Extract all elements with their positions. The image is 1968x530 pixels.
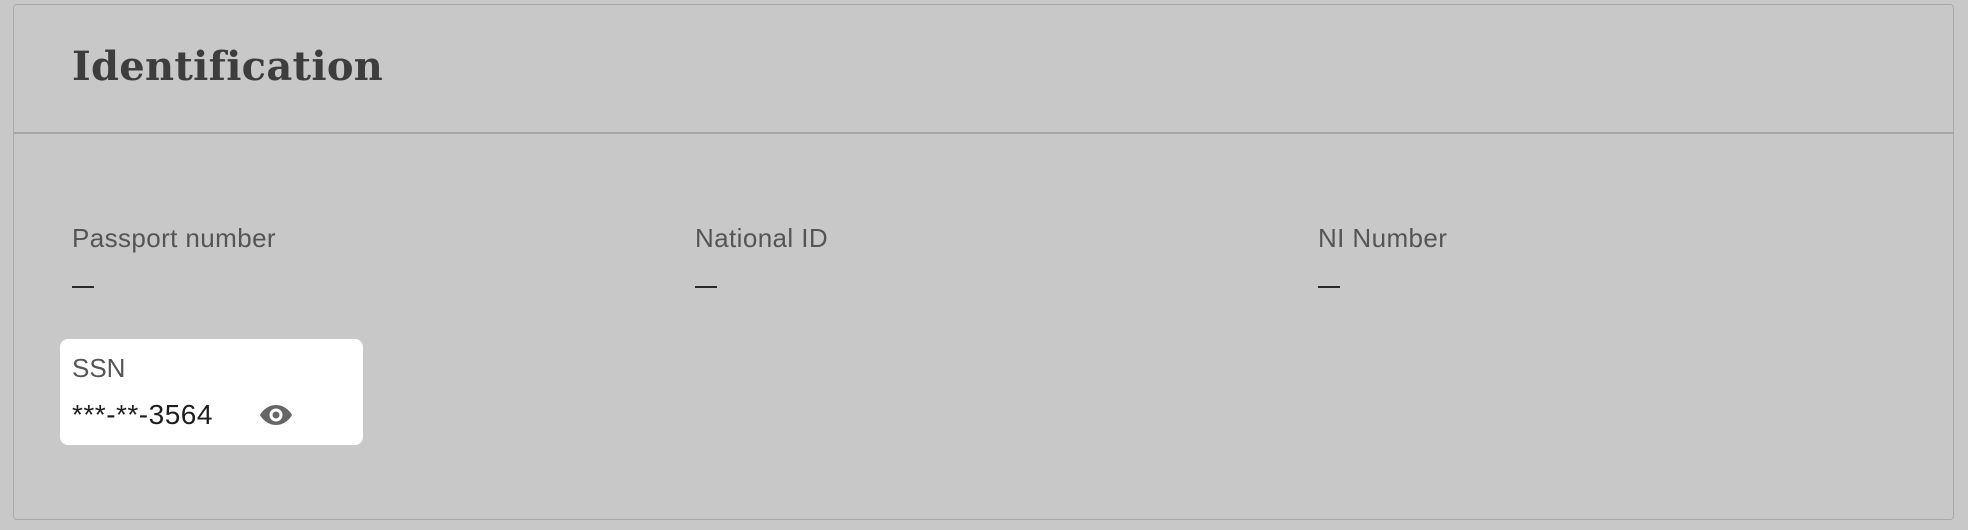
national-id-value: —: [695, 270, 828, 301]
identification-card: Identification Passport number — Nationa…: [13, 4, 1954, 520]
eye-icon: [260, 405, 292, 425]
ni-number-value: —: [1318, 270, 1447, 301]
national-id-field: National ID —: [695, 223, 828, 301]
empty-dash: [72, 286, 94, 289]
reveal-ssn-button[interactable]: [258, 400, 294, 430]
national-id-label: National ID: [695, 223, 829, 253]
passport-value: —: [72, 270, 276, 301]
empty-dash: [695, 286, 717, 289]
passport-label: Passport number: [72, 223, 276, 253]
card-header: Identification: [14, 5, 1953, 134]
ssn-label: SSN: [72, 353, 126, 383]
section-title: Identification: [72, 43, 384, 90]
ssn-field: SSN ***-**-3564: [60, 339, 363, 445]
empty-dash: [1318, 286, 1340, 289]
passport-field: Passport number —: [72, 223, 276, 301]
ni-number-label: NI Number: [1318, 223, 1448, 253]
ssn-value: ***-**-3564: [72, 399, 213, 430]
ni-number-field: NI Number —: [1318, 223, 1447, 301]
